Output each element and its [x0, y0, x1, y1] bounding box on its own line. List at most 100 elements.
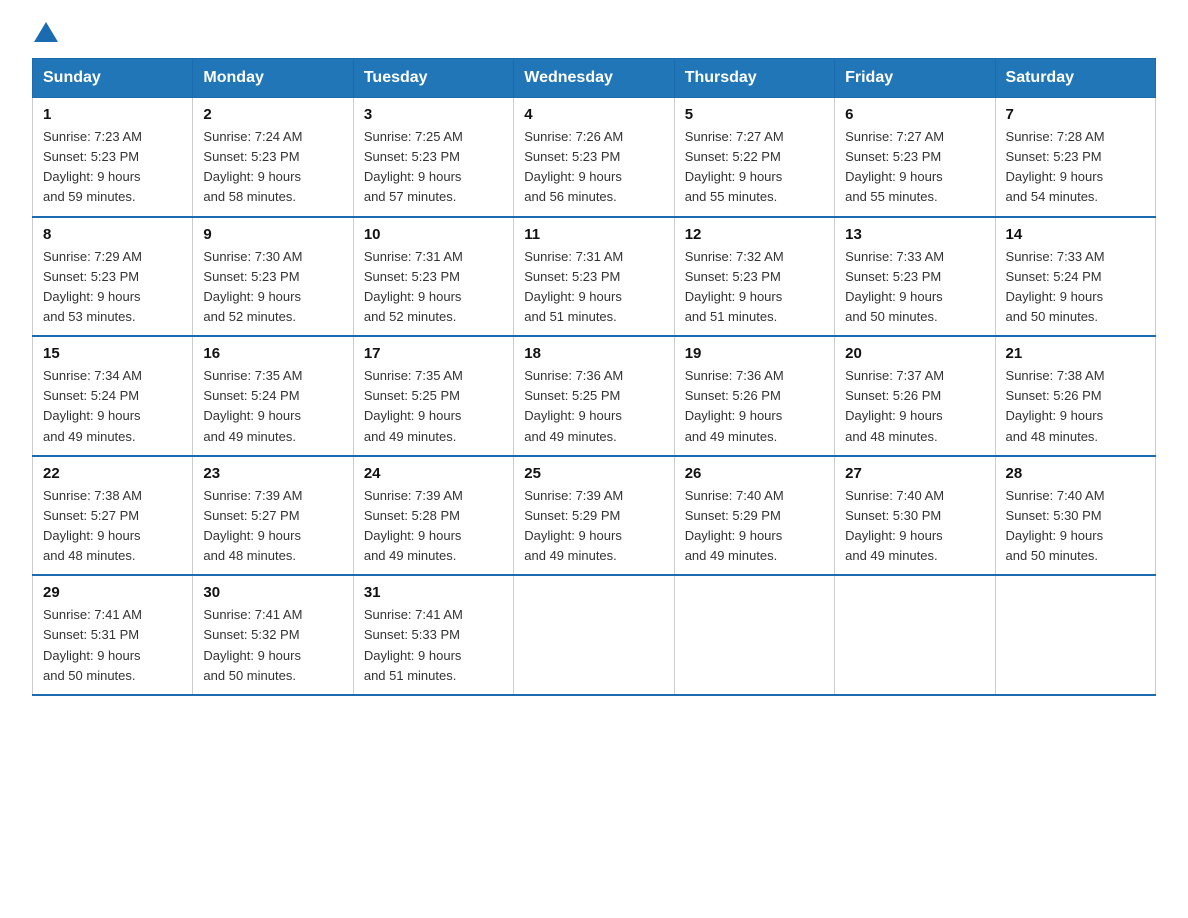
day-info: Sunrise: 7:36 AMSunset: 5:25 PMDaylight:…: [524, 366, 663, 447]
day-info: Sunrise: 7:31 AMSunset: 5:23 PMDaylight:…: [524, 247, 663, 328]
day-info: Sunrise: 7:35 AMSunset: 5:24 PMDaylight:…: [203, 366, 342, 447]
day-number: 2: [203, 106, 342, 123]
calendar-cell: 17 Sunrise: 7:35 AMSunset: 5:25 PMDayligh…: [353, 336, 513, 456]
day-number: 12: [685, 226, 824, 243]
day-number: 11: [524, 226, 663, 243]
calendar-cell: 11 Sunrise: 7:31 AMSunset: 5:23 PMDayligh…: [514, 217, 674, 337]
day-info: Sunrise: 7:33 AMSunset: 5:23 PMDaylight:…: [845, 247, 984, 328]
calendar-cell: 2 Sunrise: 7:24 AMSunset: 5:23 PMDaylight…: [193, 98, 353, 217]
day-number: 22: [43, 465, 182, 482]
weekday-header-wednesday: Wednesday: [514, 59, 674, 98]
calendar-cell: [674, 575, 834, 695]
day-info: Sunrise: 7:29 AMSunset: 5:23 PMDaylight:…: [43, 247, 182, 328]
calendar-cell: 19 Sunrise: 7:36 AMSunset: 5:26 PMDayligh…: [674, 336, 834, 456]
day-info: Sunrise: 7:33 AMSunset: 5:24 PMDaylight:…: [1006, 247, 1145, 328]
day-info: Sunrise: 7:26 AMSunset: 5:23 PMDaylight:…: [524, 127, 663, 208]
day-info: Sunrise: 7:38 AMSunset: 5:27 PMDaylight:…: [43, 486, 182, 567]
day-info: Sunrise: 7:30 AMSunset: 5:23 PMDaylight:…: [203, 247, 342, 328]
day-info: Sunrise: 7:24 AMSunset: 5:23 PMDaylight:…: [203, 127, 342, 208]
weekday-header-row: SundayMondayTuesdayWednesdayThursdayFrid…: [33, 59, 1156, 98]
day-info: Sunrise: 7:28 AMSunset: 5:23 PMDaylight:…: [1006, 127, 1145, 208]
calendar-week-row: 8 Sunrise: 7:29 AMSunset: 5:23 PMDaylight…: [33, 217, 1156, 337]
day-number: 20: [845, 345, 984, 362]
day-number: 3: [364, 106, 503, 123]
day-number: 13: [845, 226, 984, 243]
calendar-cell: 16 Sunrise: 7:35 AMSunset: 5:24 PMDayligh…: [193, 336, 353, 456]
day-info: Sunrise: 7:40 AMSunset: 5:29 PMDaylight:…: [685, 486, 824, 567]
day-number: 1: [43, 106, 182, 123]
day-number: 10: [364, 226, 503, 243]
logo: [32, 24, 60, 40]
calendar-cell: 8 Sunrise: 7:29 AMSunset: 5:23 PMDaylight…: [33, 217, 193, 337]
weekday-header-thursday: Thursday: [674, 59, 834, 98]
calendar-cell: 24Sunrise: 7:39 AMSunset: 5:28 PMDayligh…: [353, 456, 513, 576]
day-info: Sunrise: 7:35 AMSunset: 5:25 PMDaylight:…: [364, 366, 503, 447]
calendar-cell: 9 Sunrise: 7:30 AMSunset: 5:23 PMDaylight…: [193, 217, 353, 337]
day-number: 15: [43, 345, 182, 362]
day-info: Sunrise: 7:32 AMSunset: 5:23 PMDaylight:…: [685, 247, 824, 328]
calendar-cell: 28 Sunrise: 7:40 AMSunset: 5:30 PMDayligh…: [995, 456, 1155, 576]
day-info: Sunrise: 7:34 AMSunset: 5:24 PMDaylight:…: [43, 366, 182, 447]
day-info: Sunrise: 7:41 AMSunset: 5:31 PMDaylight:…: [43, 605, 182, 686]
calendar-table: SundayMondayTuesdayWednesdayThursdayFrid…: [32, 58, 1156, 696]
weekday-header-sunday: Sunday: [33, 59, 193, 98]
calendar-cell: 12 Sunrise: 7:32 AMSunset: 5:23 PMDayligh…: [674, 217, 834, 337]
day-number: 4: [524, 106, 663, 123]
calendar-cell: [514, 575, 674, 695]
calendar-week-row: 29 Sunrise: 7:41 AMSunset: 5:31 PMDayligh…: [33, 575, 1156, 695]
calendar-cell: 10 Sunrise: 7:31 AMSunset: 5:23 PMDayligh…: [353, 217, 513, 337]
day-number: 25: [524, 465, 663, 482]
day-number: 8: [43, 226, 182, 243]
logo-triangle-icon: [34, 22, 58, 42]
day-info: Sunrise: 7:39 AMSunset: 5:27 PMDaylight:…: [203, 486, 342, 567]
day-number: 23: [203, 465, 342, 482]
day-number: 17: [364, 345, 503, 362]
day-number: 28: [1006, 465, 1145, 482]
calendar-cell: 1 Sunrise: 7:23 AMSunset: 5:23 PMDaylight…: [33, 98, 193, 217]
day-info: Sunrise: 7:41 AMSunset: 5:32 PMDaylight:…: [203, 605, 342, 686]
calendar-cell: 23 Sunrise: 7:39 AMSunset: 5:27 PMDayligh…: [193, 456, 353, 576]
day-info: Sunrise: 7:36 AMSunset: 5:26 PMDaylight:…: [685, 366, 824, 447]
day-info: Sunrise: 7:41 AMSunset: 5:33 PMDaylight:…: [364, 605, 503, 686]
calendar-week-row: 15 Sunrise: 7:34 AMSunset: 5:24 PMDayligh…: [33, 336, 1156, 456]
day-number: 14: [1006, 226, 1145, 243]
day-number: 31: [364, 584, 503, 601]
day-info: Sunrise: 7:40 AMSunset: 5:30 PMDaylight:…: [845, 486, 984, 567]
weekday-header-friday: Friday: [835, 59, 995, 98]
calendar-cell: 13 Sunrise: 7:33 AMSunset: 5:23 PMDayligh…: [835, 217, 995, 337]
calendar-cell: 31 Sunrise: 7:41 AMSunset: 5:33 PMDayligh…: [353, 575, 513, 695]
calendar-cell: 22 Sunrise: 7:38 AMSunset: 5:27 PMDayligh…: [33, 456, 193, 576]
day-number: 21: [1006, 345, 1145, 362]
day-info: Sunrise: 7:25 AMSunset: 5:23 PMDaylight:…: [364, 127, 503, 208]
calendar-cell: 30 Sunrise: 7:41 AMSunset: 5:32 PMDayligh…: [193, 575, 353, 695]
weekday-header-tuesday: Tuesday: [353, 59, 513, 98]
day-number: 27: [845, 465, 984, 482]
calendar-cell: 14 Sunrise: 7:33 AMSunset: 5:24 PMDayligh…: [995, 217, 1155, 337]
day-number: 9: [203, 226, 342, 243]
calendar-cell: 26 Sunrise: 7:40 AMSunset: 5:29 PMDayligh…: [674, 456, 834, 576]
day-number: 30: [203, 584, 342, 601]
calendar-cell: 29 Sunrise: 7:41 AMSunset: 5:31 PMDayligh…: [33, 575, 193, 695]
day-info: Sunrise: 7:39 AMSunset: 5:29 PMDaylight:…: [524, 486, 663, 567]
day-info: Sunrise: 7:37 AMSunset: 5:26 PMDaylight:…: [845, 366, 984, 447]
weekday-header-monday: Monday: [193, 59, 353, 98]
day-number: 6: [845, 106, 984, 123]
day-number: 5: [685, 106, 824, 123]
day-info: Sunrise: 7:31 AMSunset: 5:23 PMDaylight:…: [364, 247, 503, 328]
day-number: 16: [203, 345, 342, 362]
calendar-week-row: 1 Sunrise: 7:23 AMSunset: 5:23 PMDaylight…: [33, 98, 1156, 217]
calendar-cell: 18Sunrise: 7:36 AMSunset: 5:25 PMDayligh…: [514, 336, 674, 456]
day-info: Sunrise: 7:39 AMSunset: 5:28 PMDaylight:…: [364, 486, 503, 567]
day-number: 26: [685, 465, 824, 482]
day-info: Sunrise: 7:23 AMSunset: 5:23 PMDaylight:…: [43, 127, 182, 208]
calendar-cell: 21 Sunrise: 7:38 AMSunset: 5:26 PMDayligh…: [995, 336, 1155, 456]
day-number: 29: [43, 584, 182, 601]
calendar-cell: 7Sunrise: 7:28 AMSunset: 5:23 PMDaylight…: [995, 98, 1155, 217]
calendar-cell: 3 Sunrise: 7:25 AMSunset: 5:23 PMDaylight…: [353, 98, 513, 217]
calendar-cell: [995, 575, 1155, 695]
day-info: Sunrise: 7:40 AMSunset: 5:30 PMDaylight:…: [1006, 486, 1145, 567]
day-number: 19: [685, 345, 824, 362]
day-info: Sunrise: 7:38 AMSunset: 5:26 PMDaylight:…: [1006, 366, 1145, 447]
calendar-cell: [835, 575, 995, 695]
calendar-week-row: 22 Sunrise: 7:38 AMSunset: 5:27 PMDayligh…: [33, 456, 1156, 576]
